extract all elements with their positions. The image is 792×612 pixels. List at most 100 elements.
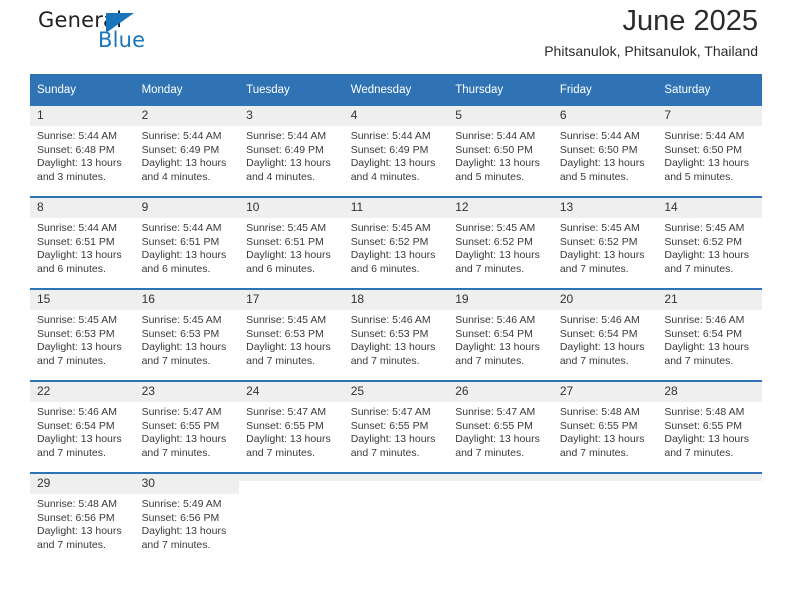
calendar-day-cell[interactable]: 27 Sunrise: 5:48 AM Sunset: 6:55 PM Dayligh… [552,382,658,472]
calendar-week-row: 22 Sunrise: 5:46 AM Sunset: 6:54 PM Dayligh… [30,382,762,472]
sunset-text: Sunset: 6:52 PM [455,235,533,248]
day-details: Sunrise: 5:44 AM Sunset: 6:49 PM Daylight:… [239,126,344,184]
daylight-text: Daylight: 13 hours and 7 minutes. [141,433,227,459]
daylight-text: Daylight: 13 hours and 7 minutes. [350,433,436,459]
sunrise-text: Sunrise: 5:44 AM [455,130,536,142]
calendar-day-cell[interactable]: 9 Sunrise: 5:44 AM Sunset: 6:51 PM Daylight… [134,198,240,288]
calendar-day-cell[interactable]: 4 Sunrise: 5:44 AM Sunset: 6:49 PM Daylight… [343,106,449,196]
calendar-body: 1 Sunrise: 5:44 AM Sunset: 6:48 PM Daylight… [30,106,762,564]
day-details: Sunrise: 5:48 AM Sunset: 6:55 PM Daylight:… [553,402,658,460]
day-details: Sunrise: 5:44 AM Sunset: 6:51 PM Daylight:… [30,218,135,276]
sunset-text: Sunset: 6:53 PM [37,327,115,340]
sunrise-text: Sunrise: 5:44 AM [246,130,327,142]
day-number: 22 [30,382,135,402]
calendar-day-cell[interactable]: 26 Sunrise: 5:47 AM Sunset: 6:55 PM Dayligh… [448,382,553,472]
sunrise-text: Sunrise: 5:48 AM [559,406,640,418]
day-number: 25 [343,382,449,402]
calendar-day-cell[interactable]: 8 Sunrise: 5:44 AM Sunset: 6:51 PM Daylight… [30,198,135,288]
sunset-text: Sunset: 6:56 PM [141,511,220,524]
calendar-day-cell-empty [657,474,762,564]
sunrise-text: Sunrise: 5:44 AM [37,130,117,142]
daylight-text: Daylight: 13 hours and 7 minutes. [141,341,227,367]
sunset-text: Sunset: 6:48 PM [37,143,115,156]
brand-logo[interactable]: General Blue [38,8,188,64]
day-details: Sunrise: 5:47 AM Sunset: 6:55 PM Daylight:… [344,402,449,460]
calendar-day-cell[interactable]: 19 Sunrise: 5:46 AM Sunset: 6:54 PM Dayligh… [448,290,553,380]
sunrise-text: Sunrise: 5:45 AM [141,314,222,326]
calendar-day-cell[interactable]: 28 Sunrise: 5:48 AM Sunset: 6:55 PM Dayligh… [657,382,762,472]
day-details: Sunrise: 5:45 AM Sunset: 6:53 PM Daylight:… [239,310,344,368]
calendar-day-cell-empty [552,474,658,564]
calendar-day-cell[interactable]: 10 Sunrise: 5:45 AM Sunset: 6:51 PM Dayligh… [239,198,344,288]
calendar-day-cell[interactable]: 29 Sunrise: 5:48 AM Sunset: 6:56 PM Dayligh… [30,474,135,564]
sunrise-text: Sunrise: 5:45 AM [37,314,117,326]
daylight-text: Daylight: 13 hours and 3 minutes. [37,157,122,183]
day-details: Sunrise: 5:46 AM Sunset: 6:54 PM Daylight:… [657,310,762,368]
calendar-day-cell[interactable]: 17 Sunrise: 5:45 AM Sunset: 6:53 PM Dayligh… [239,290,344,380]
sunset-text: Sunset: 6:50 PM [664,143,743,156]
day-details: Sunrise: 5:47 AM Sunset: 6:55 PM Daylight:… [135,402,240,460]
day-details: Sunrise: 5:45 AM Sunset: 6:53 PM Daylight:… [30,310,135,368]
daylight-text: Daylight: 13 hours and 5 minutes. [455,157,540,183]
sunrise-text: Sunrise: 5:47 AM [246,406,327,418]
calendar-day-cell[interactable]: 18 Sunrise: 5:46 AM Sunset: 6:53 PM Dayligh… [343,290,449,380]
day-number: 12 [448,198,553,218]
daylight-text: Daylight: 13 hours and 7 minutes. [664,341,750,367]
page-title: June 2025 [622,5,758,37]
sunset-text: Sunset: 6:56 PM [37,511,115,524]
daylight-text: Daylight: 13 hours and 7 minutes. [246,341,331,367]
day-number: 18 [343,290,449,310]
daylight-text: Daylight: 13 hours and 6 minutes. [141,249,227,275]
sunrise-text: Sunrise: 5:45 AM [246,222,327,234]
weekday-header-friday: Friday [552,74,658,106]
day-details: Sunrise: 5:48 AM Sunset: 6:56 PM Daylight:… [30,494,135,552]
calendar-day-cell[interactable]: 1 Sunrise: 5:44 AM Sunset: 6:48 PM Daylight… [30,106,135,196]
day-details: Sunrise: 5:45 AM Sunset: 6:53 PM Daylight:… [135,310,240,368]
calendar-day-cell[interactable]: 11 Sunrise: 5:45 AM Sunset: 6:52 PM Dayligh… [343,198,449,288]
calendar-day-cell[interactable]: 20 Sunrise: 5:46 AM Sunset: 6:54 PM Dayligh… [552,290,658,380]
sunrise-text: Sunrise: 5:47 AM [141,406,222,418]
daylight-text: Daylight: 13 hours and 7 minutes. [559,341,645,367]
calendar-day-cell[interactable]: 16 Sunrise: 5:45 AM Sunset: 6:53 PM Dayligh… [134,290,240,380]
daylight-text: Daylight: 13 hours and 7 minutes. [246,433,331,459]
day-number: 27 [552,382,658,402]
sunset-text: Sunset: 6:54 PM [664,327,743,340]
calendar-day-cell[interactable]: 24 Sunrise: 5:47 AM Sunset: 6:55 PM Dayligh… [239,382,344,472]
daylight-text: Daylight: 13 hours and 7 minutes. [455,433,540,459]
day-number: 2 [134,106,240,126]
calendar-day-cell[interactable]: 7 Sunrise: 5:44 AM Sunset: 6:50 PM Daylight… [657,106,762,196]
calendar-day-cell[interactable]: 6 Sunrise: 5:44 AM Sunset: 6:50 PM Daylight… [552,106,658,196]
day-number: 21 [657,290,762,310]
calendar-day-cell[interactable]: 14 Sunrise: 5:45 AM Sunset: 6:52 PM Dayligh… [657,198,762,288]
daylight-text: Daylight: 13 hours and 6 minutes. [37,249,122,275]
sunrise-text: Sunrise: 5:46 AM [37,406,117,418]
daylight-text: Daylight: 13 hours and 7 minutes. [455,249,540,275]
sunset-text: Sunset: 6:55 PM [350,419,429,432]
calendar-day-cell[interactable]: 3 Sunrise: 5:44 AM Sunset: 6:49 PM Daylight… [239,106,344,196]
daylight-text: Daylight: 13 hours and 6 minutes. [246,249,331,275]
day-number: 4 [343,106,449,126]
title-block: June 2025 Phitsanulok, Phitsanulok, Thai… [544,2,758,62]
daylight-text: Daylight: 13 hours and 7 minutes. [559,433,645,459]
calendar-day-cell[interactable]: 21 Sunrise: 5:46 AM Sunset: 6:54 PM Dayligh… [657,290,762,380]
sunset-text: Sunset: 6:51 PM [246,235,324,248]
daylight-text: Daylight: 13 hours and 7 minutes. [350,341,436,367]
day-number: 8 [30,198,135,218]
calendar-day-cell[interactable]: 2 Sunrise: 5:44 AM Sunset: 6:49 PM Daylight… [134,106,240,196]
calendar-day-cell[interactable]: 23 Sunrise: 5:47 AM Sunset: 6:55 PM Dayligh… [134,382,240,472]
calendar-day-cell[interactable]: 13 Sunrise: 5:45 AM Sunset: 6:52 PM Dayligh… [552,198,658,288]
day-number: 20 [552,290,658,310]
day-details: Sunrise: 5:44 AM Sunset: 6:50 PM Daylight:… [553,126,658,184]
sunset-text: Sunset: 6:53 PM [246,327,324,340]
sunset-text: Sunset: 6:54 PM [455,327,533,340]
calendar-day-cell[interactable]: 5 Sunrise: 5:44 AM Sunset: 6:50 PM Daylight… [448,106,553,196]
calendar-day-cell[interactable]: 22 Sunrise: 5:46 AM Sunset: 6:54 PM Dayligh… [30,382,135,472]
day-number: 17 [239,290,344,310]
calendar-day-cell[interactable]: 12 Sunrise: 5:45 AM Sunset: 6:52 PM Dayligh… [448,198,553,288]
sunset-text: Sunset: 6:53 PM [141,327,220,340]
calendar-day-cell[interactable]: 25 Sunrise: 5:47 AM Sunset: 6:55 PM Dayligh… [343,382,449,472]
calendar-day-cell[interactable]: 30 Sunrise: 5:49 AM Sunset: 6:56 PM Dayligh… [134,474,240,564]
day-details: Sunrise: 5:44 AM Sunset: 6:49 PM Daylight:… [344,126,449,184]
day-number: 30 [134,474,240,494]
calendar-day-cell[interactable]: 15 Sunrise: 5:45 AM Sunset: 6:53 PM Dayligh… [30,290,135,380]
